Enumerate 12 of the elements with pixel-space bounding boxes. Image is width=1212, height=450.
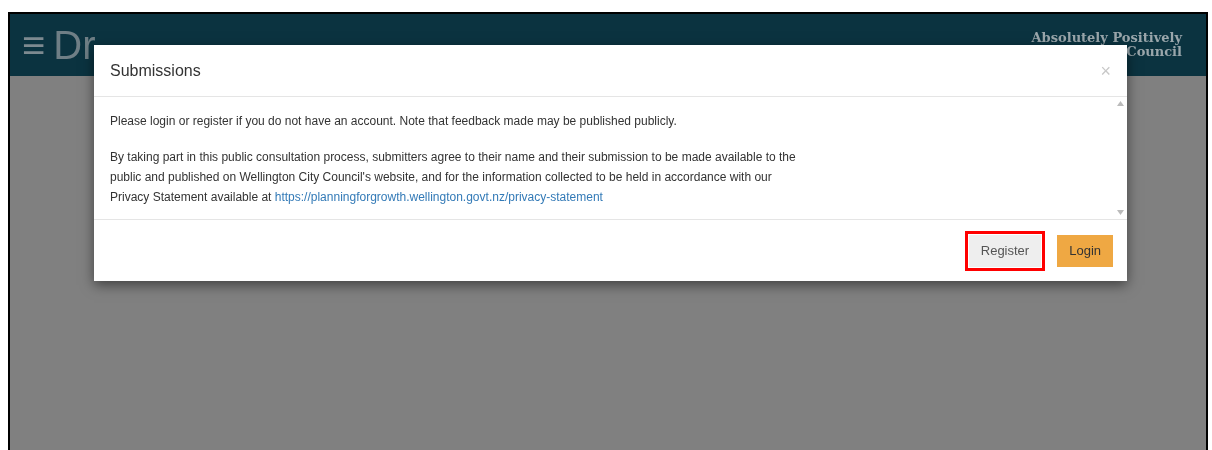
modal-text: By taking part in this public consultation process, submitters agree to their name and their submission to be made available to the public and published on Wellington City Council's website, and for the information collected to be held in accordance with our Privacy Statement available at https://planningforgrowth.wellington.govt.nz/privacy-statement: [110, 149, 797, 206]
logo-text[interactable]: Absolutely Positively: [1031, 31, 1182, 45]
modal-title: Submissions: [110, 60, 201, 81]
modal-text: Please login or register if you do not have an account. Note that feedback made may be published publicly.: [110, 113, 678, 130]
site-title: Dr: [53, 25, 96, 65]
logo-text[interactable]: Council: [1126, 45, 1182, 59]
privacy-link[interactable]: https://planningforgrowth.wellington.govt.nz/privacy-statement: [274, 190, 603, 204]
register-button[interactable]: Register: [968, 234, 1042, 267]
login-button[interactable]: Login: [1057, 234, 1113, 267]
menu-icon[interactable]: ≡: [22, 25, 46, 65]
scroll-up-icon[interactable]: [1116, 101, 1124, 106]
scroll-down-icon[interactable]: [1116, 210, 1124, 215]
